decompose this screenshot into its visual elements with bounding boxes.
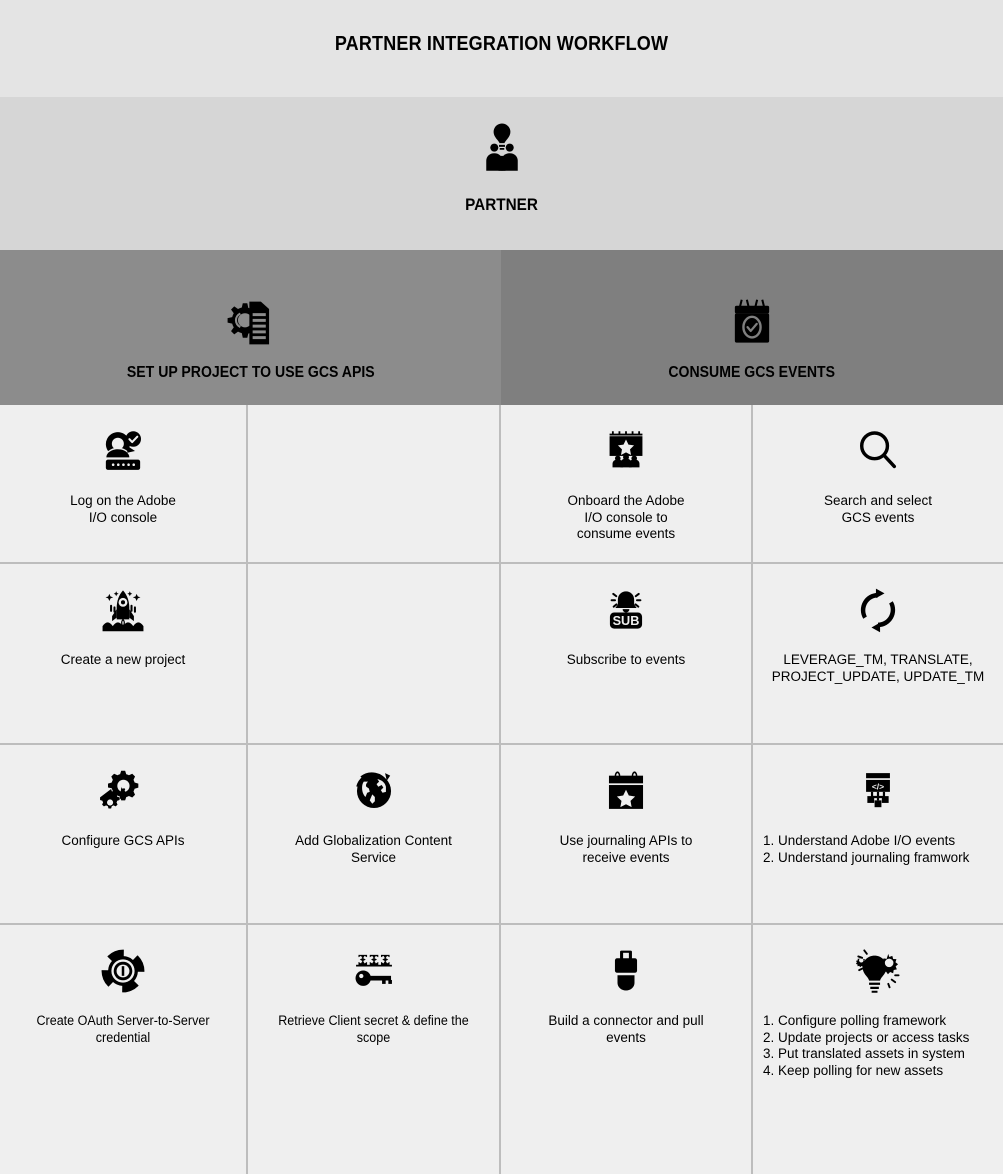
svg-text:</>: </> — [872, 781, 884, 791]
globe-globalization-icon — [248, 761, 499, 821]
partner-group-idea-icon — [0, 119, 1003, 177]
sync-refresh-icon — [753, 580, 1003, 640]
password-key-icon: ✱✱✱✱ — [248, 941, 499, 1001]
rocket-launch-icon — [0, 580, 246, 640]
workflow-cell-event-types[interactable]: LEVERAGE_TM, TRANSLATE, PROJECT_UPDATE, … — [753, 564, 1003, 743]
user-login-keyboard-icon — [0, 421, 246, 481]
workflow-cell-add-globalization-service[interactable]: Add Globalization Content Service — [248, 745, 501, 923]
workflow-cell-label: Configure GCS APIs — [61, 833, 185, 848]
calendar-check-icon — [729, 284, 775, 346]
workflow-cell-empty — [248, 405, 501, 562]
workflow-cell-journaling-apis[interactable]: Use journaling APIs to receive events — [501, 745, 753, 923]
workflow-cell-label: Use journaling APIs to receive events — [559, 833, 693, 865]
workflow-cell-build-connector[interactable]: Build a connector and pull events — [501, 925, 753, 1174]
svg-text:✱✱✱✱: ✱✱✱✱ — [351, 953, 396, 968]
workflow-cell-create-oauth-credential[interactable]: Create OAuth Server-to-Server credential — [0, 925, 248, 1174]
workflow-row: Log on the Adobe I/O console Onboard the… — [0, 405, 1003, 564]
workflow-cell-onboard-adobe-io[interactable]: Onboard the Adobe I/O console to consume… — [501, 405, 753, 562]
section-label: SET UP PROJECT TO USE GCS APIS — [126, 364, 375, 381]
actor-label: PARTNER — [465, 195, 538, 214]
workflow-cell-label: Build a connector and pull events — [548, 1013, 704, 1045]
actor-band: PARTNER — [0, 97, 1003, 250]
stage-audience-star-icon — [501, 421, 751, 481]
workflow-cell-label: 1. Understand Adobe I/O events 2. Unders… — [763, 833, 970, 865]
workflow-cell-create-new-project[interactable]: Create a new project — [0, 564, 248, 743]
workflow-cell-label: Add Globalization Content Service — [295, 833, 452, 865]
gears-settings-icon — [0, 761, 246, 821]
gear-document-icon — [224, 284, 278, 346]
workflow-grid: Log on the Adobe I/O console Onboard the… — [0, 405, 1003, 1174]
workflow-cell-label: Subscribe to events — [566, 652, 686, 667]
workflow-cell-search-select-events[interactable]: Search and select GCS events — [753, 405, 1003, 562]
workflow-cell-polling-steps[interactable]: 1. Configure polling framework 2. Update… — [753, 925, 1003, 1174]
workflow-cell-label: Create OAuth Server-to-Server credential — [36, 1013, 210, 1045]
magnifier-search-icon — [753, 421, 1003, 481]
section-label: CONSUME GCS EVENTS — [668, 364, 836, 381]
lightbulb-gear-idea-icon — [753, 941, 1003, 1001]
workflow-cell-label: 1. Configure polling framework 2. Update… — [763, 1013, 970, 1078]
workflow-cell-label: Create a new project — [60, 652, 186, 667]
workflow-cell-log-on-adobe-io[interactable]: Log on the Adobe I/O console — [0, 405, 248, 562]
workflow-cell-empty — [248, 564, 501, 743]
workflow-cell-label: Retrieve Client secret & define the scop… — [278, 1013, 469, 1045]
section-consume-events: CONSUME GCS EVENTS — [501, 250, 1003, 405]
bell-subscribe-icon: SUB — [501, 580, 751, 640]
calendar-star-event-icon — [501, 761, 751, 821]
usb-connector-icon — [501, 941, 751, 1001]
title-band: PARTNER INTEGRATION WORKFLOW — [0, 0, 1003, 97]
oauth-badge-icon — [0, 941, 246, 1001]
workflow-row: Create a new project SUB Subscribe to ev… — [0, 564, 1003, 745]
workflow-cell-retrieve-client-secret[interactable]: ✱✱✱✱ Retrieve Client secret & define the… — [248, 925, 501, 1174]
svg-text:SUB: SUB — [613, 614, 640, 628]
page-title: PARTNER INTEGRATION WORKFLOW — [334, 33, 669, 55]
workflow-cell-label: Onboard the Adobe I/O console to consume… — [567, 493, 685, 541]
workflow-cell-understand-events[interactable]: </> 1. Understand Adobe I/O events 2. Un… — [753, 745, 1003, 923]
workflow-cell-label: Log on the Adobe I/O console — [70, 493, 176, 525]
workflow-page: PARTNER INTEGRATION WORKFLOW PARTNER SET… — [0, 0, 1003, 1174]
workflow-cell-label: Search and select GCS events — [823, 493, 933, 525]
workflow-cell-subscribe-to-events[interactable]: SUB Subscribe to events — [501, 564, 753, 743]
workflow-row: Configure GCS APIs Add Globalization Con… — [0, 745, 1003, 925]
section-setup-project: SET UP PROJECT TO USE GCS APIS — [0, 250, 501, 405]
workflow-cell-label: LEVERAGE_TM, TRANSLATE, PROJECT_UPDATE, … — [771, 652, 985, 684]
code-network-icon: </> — [753, 761, 1003, 821]
workflow-cell-configure-gcs-apis[interactable]: Configure GCS APIs — [0, 745, 248, 923]
section-header-row: SET UP PROJECT TO USE GCS APIS CONSUME G… — [0, 250, 1003, 405]
workflow-row: Create OAuth Server-to-Server credential… — [0, 925, 1003, 1174]
